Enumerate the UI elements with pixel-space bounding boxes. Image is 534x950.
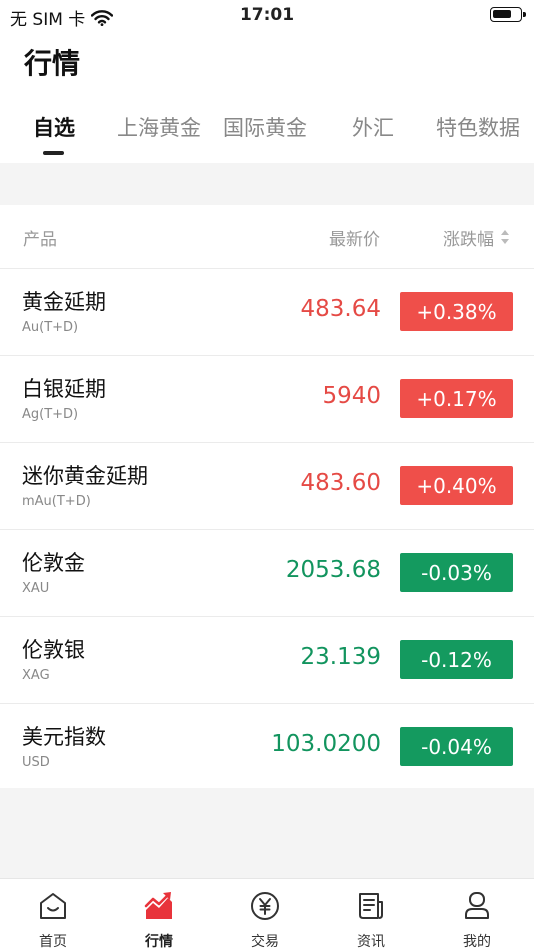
column-header-product: 产品 — [23, 230, 57, 250]
quote-row-usd-index[interactable]: 美元指数 USD 103.0200 -0.04% — [0, 703, 534, 790]
column-header-price: 最新价 — [329, 230, 380, 250]
product-code: mAu(T+D) — [22, 494, 91, 509]
product-code: Au(T+D) — [22, 320, 79, 335]
quote-row-mini-gold-td[interactable]: 迷你黄金延期 mAu(T+D) 483.60 +0.40% — [0, 442, 534, 529]
quote-row-silver-td[interactable]: 白银延期 Ag(T+D) 5940 +0.17% — [0, 355, 534, 442]
product-name: 迷你黄金延期 — [22, 464, 148, 488]
tab-special-data[interactable]: 特色数据 — [436, 112, 520, 142]
change-badge: -0.12% — [400, 640, 513, 679]
tabbar-label: 我的 — [463, 934, 491, 950]
latest-price: 103.0200 — [271, 731, 381, 757]
yuan-coin-icon — [251, 892, 279, 920]
battery-icon — [490, 7, 526, 22]
latest-price: 483.60 — [300, 470, 381, 496]
status-bar: 无 SIM 卡 17:01 — [0, 0, 534, 30]
status-time: 17:01 — [239, 5, 295, 25]
tabbar-profile[interactable]: 我的 — [424, 879, 530, 950]
tabbar-home[interactable]: 首页 — [0, 879, 106, 950]
tab-international-gold[interactable]: 国际黄金 — [223, 112, 307, 142]
quote-list: 产品 最新价 涨跌幅 黄金延期 Au(T+D) 483.64 +0.38% 白银… — [0, 205, 534, 788]
tabbar-market[interactable]: 行情 — [106, 879, 212, 950]
tab-shanghai-gold[interactable]: 上海黄金 — [117, 112, 201, 142]
user-profile-icon — [465, 892, 489, 919]
change-badge: +0.40% — [400, 466, 513, 505]
tabbar-news[interactable]: 资讯 — [318, 879, 424, 950]
change-badge: +0.17% — [400, 379, 513, 418]
product-name: 伦敦银 — [22, 638, 85, 662]
page-header: 行情 自选 上海黄金 国际黄金 外汇 特色数据 — [0, 30, 534, 163]
page-title: 行情 — [24, 47, 81, 80]
change-badge: +0.38% — [400, 292, 513, 331]
quote-row-london-gold[interactable]: 伦敦金 XAU 2053.68 -0.03% — [0, 529, 534, 616]
tab-watchlist[interactable]: 自选 — [33, 112, 75, 142]
column-header-change[interactable]: 涨跌幅 — [443, 225, 494, 250]
news-document-icon — [359, 893, 383, 919]
bottom-tab-bar: 首页 行情 交易 资讯 我的 — [0, 878, 534, 950]
market-tabs: 自选 上海黄金 国际黄金 外汇 特色数据 — [0, 110, 534, 160]
product-name: 美元指数 — [22, 725, 106, 749]
latest-price: 2053.68 — [285, 557, 381, 583]
list-header: 产品 最新价 涨跌幅 — [0, 205, 534, 268]
product-code: XAG — [22, 668, 50, 683]
quote-row-london-silver[interactable]: 伦敦银 XAG 23.139 -0.12% — [0, 616, 534, 703]
latest-price: 5940 — [322, 383, 381, 409]
tabbar-label: 行情 — [145, 934, 173, 950]
home-icon — [40, 893, 66, 919]
product-name: 伦敦金 — [22, 551, 85, 575]
product-code: Ag(T+D) — [22, 407, 79, 422]
product-code: XAU — [22, 581, 50, 596]
quote-row-gold-td[interactable]: 黄金延期 Au(T+D) 483.64 +0.38% — [0, 268, 534, 355]
change-badge: -0.04% — [400, 727, 513, 766]
product-name: 白银延期 — [22, 377, 106, 401]
market-chart-icon — [144, 892, 172, 919]
change-badge: -0.03% — [400, 553, 513, 592]
product-name: 黄金延期 — [22, 290, 106, 314]
tab-forex[interactable]: 外汇 — [352, 112, 394, 142]
tabbar-label: 交易 — [251, 934, 279, 950]
sort-icon[interactable] — [500, 229, 510, 245]
latest-price: 23.139 — [300, 644, 381, 670]
tabbar-label: 资讯 — [357, 934, 385, 950]
product-code: USD — [22, 755, 50, 770]
tabbar-trade[interactable]: 交易 — [212, 879, 318, 950]
tabbar-label: 首页 — [39, 934, 67, 950]
active-tab-indicator — [43, 151, 64, 155]
latest-price: 483.64 — [300, 296, 381, 322]
